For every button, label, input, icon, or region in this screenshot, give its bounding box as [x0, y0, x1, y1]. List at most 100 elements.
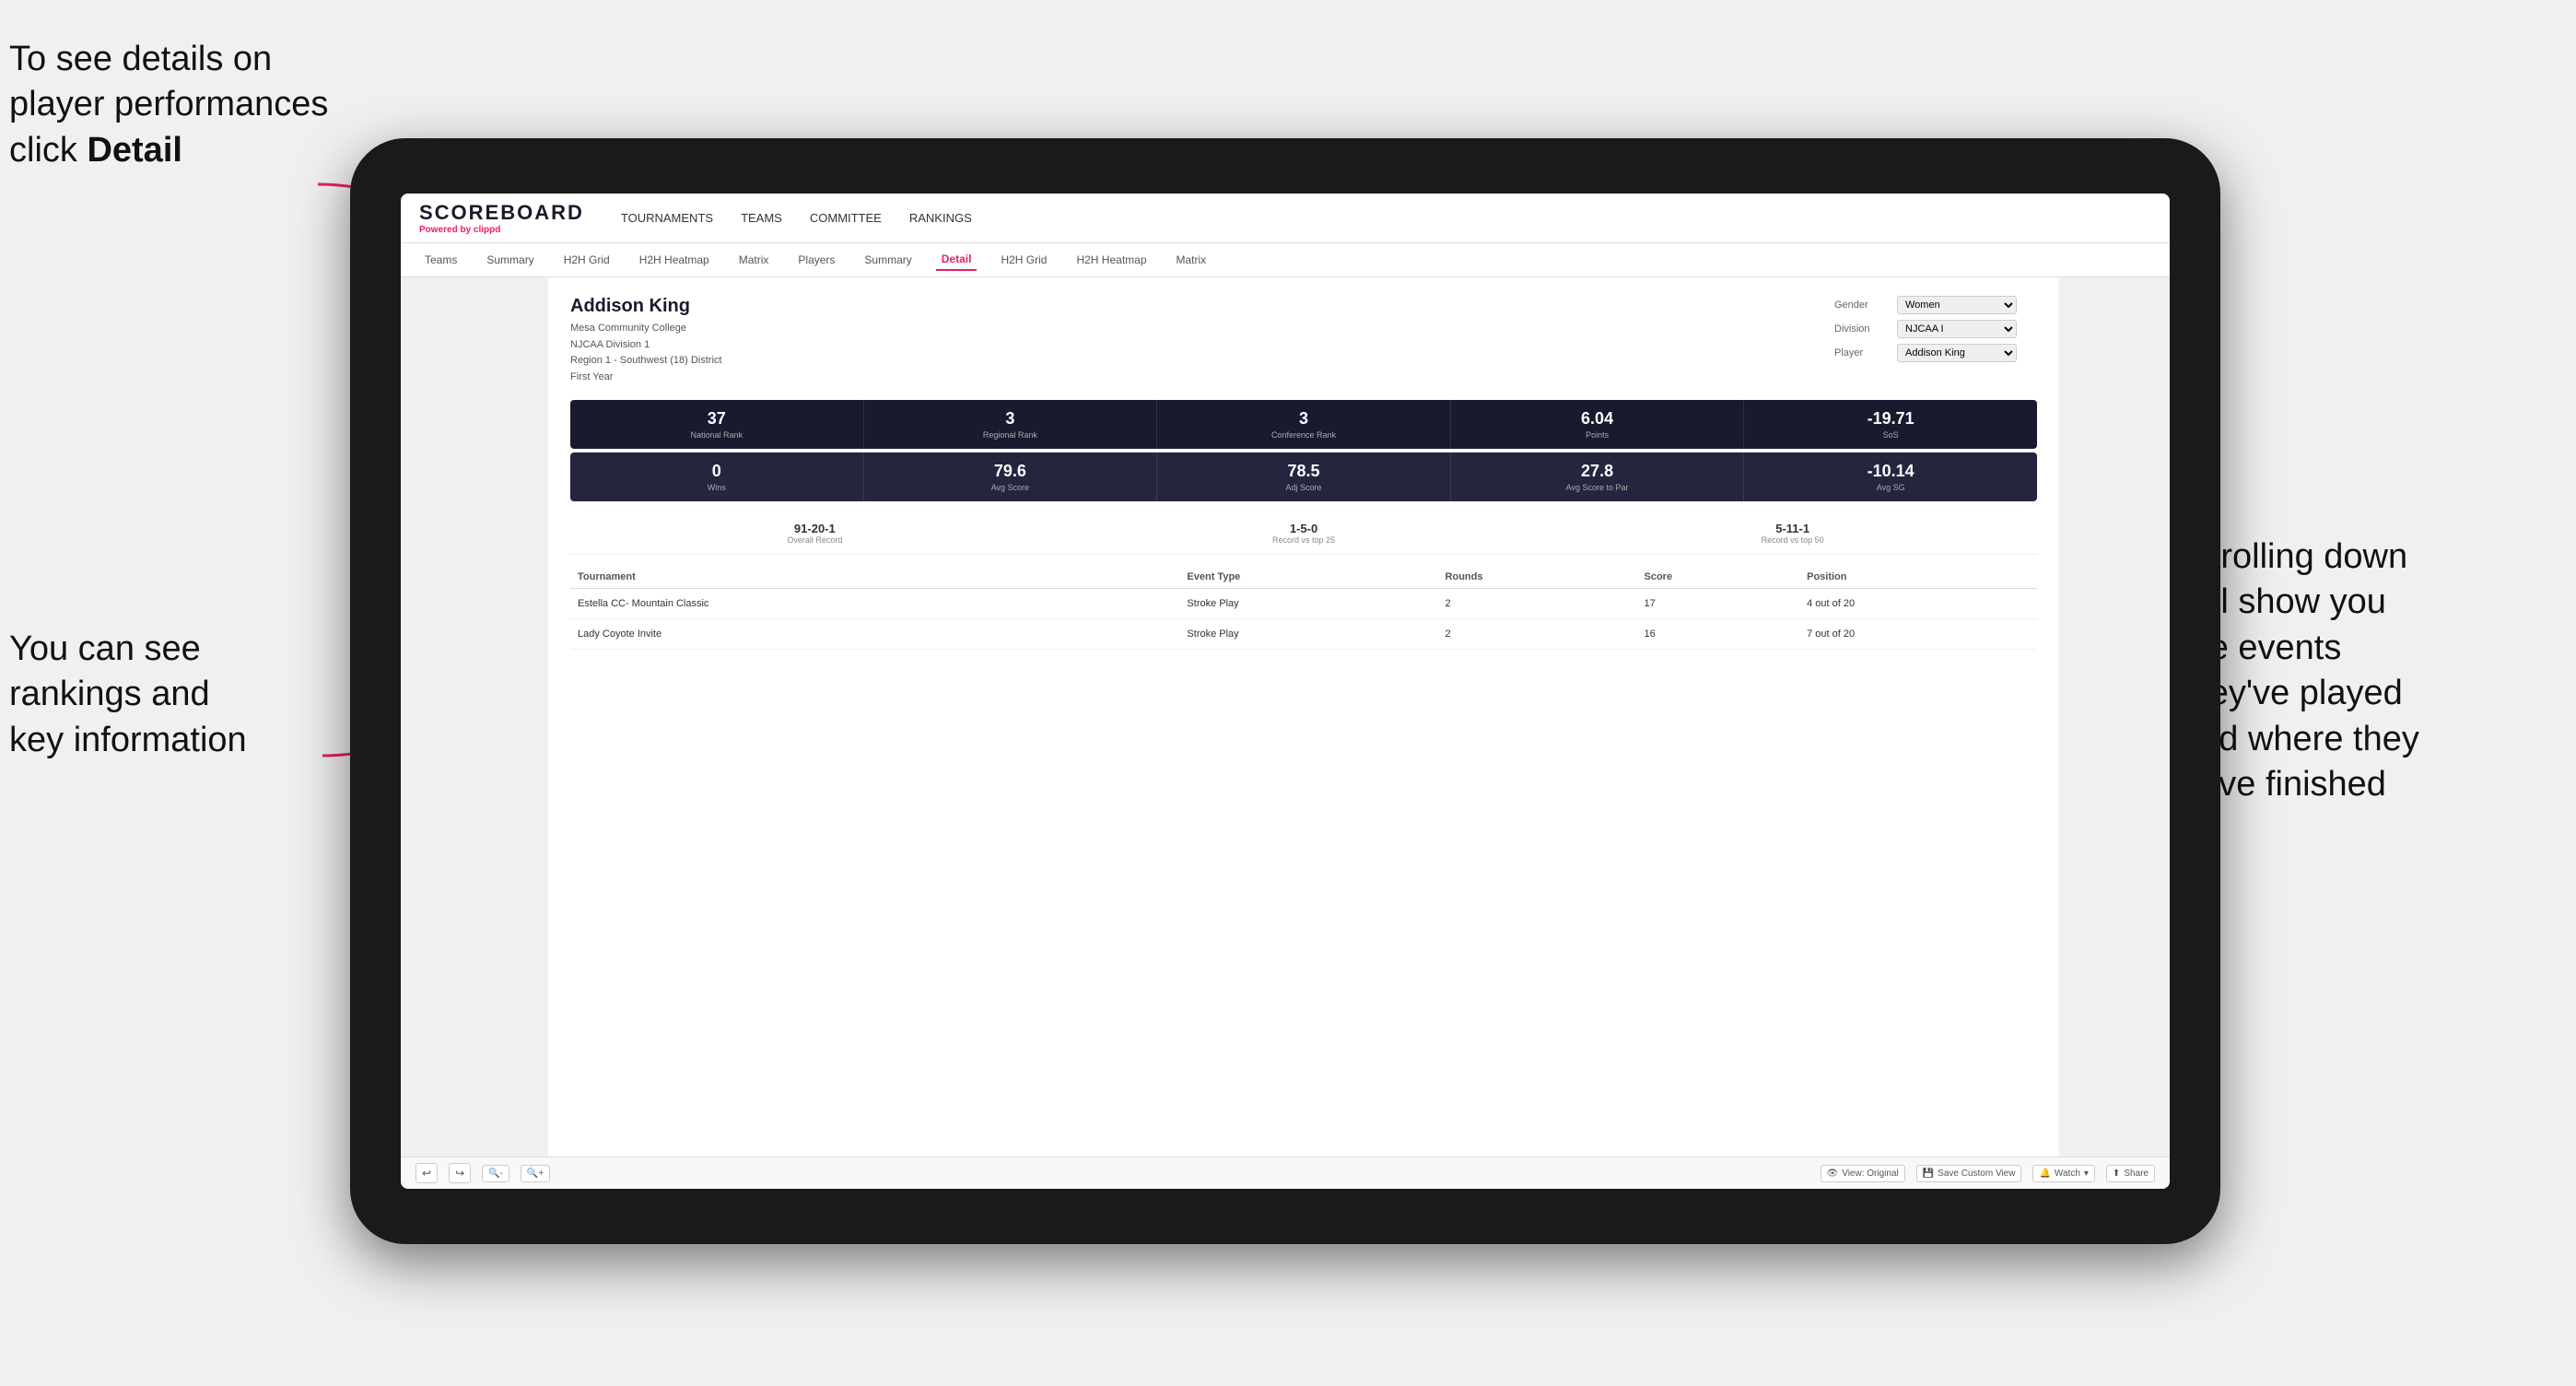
- stat-avg-score: 79.6 Avg Score: [864, 452, 1158, 501]
- cell-event-type-2: Stroke Play: [1179, 619, 1437, 650]
- col-tournament: Tournament: [570, 566, 1124, 589]
- tab-summary-2[interactable]: Summary: [859, 250, 917, 270]
- nav-tournaments[interactable]: TOURNAMENTS: [621, 207, 713, 229]
- watch-button[interactable]: 🔔 Watch ▾: [2032, 1165, 2094, 1182]
- player-year: First Year: [570, 370, 721, 386]
- record-overall-label: Overall Record: [570, 535, 1060, 545]
- content-right: [2059, 277, 2170, 1157]
- records-row: 91-20-1 Overall Record 1-5-0 Record vs t…: [570, 512, 2037, 555]
- cell-empty-2: [1124, 619, 1180, 650]
- view-original-button[interactable]: 👁 View: Original: [1821, 1165, 1905, 1182]
- gender-select[interactable]: Women Men: [1897, 296, 2017, 314]
- stat-avg-sg-value: -10.14: [1751, 462, 2030, 481]
- player-select[interactable]: Addison King: [1897, 344, 2017, 362]
- division-control: Division NJCAA I NJCAA II: [1834, 320, 2037, 338]
- watch-label: Watch: [2055, 1169, 2080, 1179]
- col-event-type: Event Type: [1179, 566, 1437, 589]
- division-label: Division: [1834, 323, 1890, 335]
- watch-chevron-icon: ▾: [2084, 1169, 2089, 1179]
- tab-players[interactable]: Players: [792, 250, 840, 270]
- tab-detail[interactable]: Detail: [936, 249, 978, 271]
- share-icon: ⬆: [2113, 1169, 2120, 1179]
- stat-sos-value: -19.71: [1751, 409, 2030, 429]
- annotation-bottom-left: You can see rankings and key information: [9, 627, 359, 763]
- tablet-screen: SCOREBOARD Powered by clippd TOURNAMENTS…: [401, 194, 2170, 1189]
- stat-sos: -19.71 SoS: [1744, 400, 2037, 449]
- stat-avg-sg-label: Avg SG: [1751, 483, 2030, 492]
- tab-h2h-grid[interactable]: H2H Grid: [558, 250, 615, 270]
- player-info: Addison King Mesa Community College NJCA…: [570, 296, 721, 385]
- player-region: Region 1 - Southwest (18) District: [570, 353, 721, 370]
- tab-h2h-grid-2[interactable]: H2H Grid: [995, 250, 1052, 270]
- stat-avg-score-value: 79.6: [872, 462, 1150, 481]
- stat-conference-rank-value: 3: [1165, 409, 1443, 429]
- bottom-toolbar: ↩ ↪ 🔍- 🔍+ 👁 View: Original 💾 Save Custom…: [401, 1157, 2170, 1189]
- cell-rounds-1: 2: [1438, 589, 1637, 619]
- player-controls: Gender Women Men Division NJCAA I NJCAA …: [1834, 296, 2037, 362]
- tab-summary[interactable]: Summary: [481, 250, 539, 270]
- table-row[interactable]: Lady Coyote Invite Stroke Play 2 16 7 ou…: [570, 619, 2037, 650]
- cell-rounds-2: 2: [1438, 619, 1637, 650]
- player-detail: Addison King Mesa Community College NJCA…: [548, 277, 2059, 1157]
- stats-row-1: 37 National Rank 3 Regional Rank 3 Confe…: [570, 400, 2037, 449]
- redo-icon: ↪: [455, 1167, 464, 1180]
- watch-icon: 🔔: [2039, 1169, 2050, 1179]
- annotation-bottom-left-line3: key information: [9, 721, 247, 759]
- stat-national-rank-label: National Rank: [578, 430, 856, 440]
- col-rounds: Rounds: [1438, 566, 1637, 589]
- col-empty: [1124, 566, 1180, 589]
- zoom-in-icon: 🔍+: [527, 1169, 544, 1179]
- table-header-row: Tournament Event Type Rounds Score Posit…: [570, 566, 2037, 589]
- division-select[interactable]: NJCAA I NJCAA II: [1897, 320, 2017, 338]
- tab-matrix[interactable]: Matrix: [733, 250, 775, 270]
- stat-sos-label: SoS: [1751, 430, 2030, 440]
- tournament-table: Tournament Event Type Rounds Score Posit…: [570, 566, 2037, 650]
- col-score: Score: [1637, 566, 1800, 589]
- player-control: Player Addison King: [1834, 344, 2037, 362]
- cell-score-2: 16: [1637, 619, 1800, 650]
- nav-teams[interactable]: TEAMS: [741, 207, 782, 229]
- record-overall: 91-20-1 Overall Record: [570, 522, 1060, 545]
- cell-empty-1: [1124, 589, 1180, 619]
- tab-matrix-2[interactable]: Matrix: [1171, 250, 1212, 270]
- stat-avg-score-to-par-label: Avg Score to Par: [1458, 483, 1737, 492]
- player-school: Mesa Community College: [570, 321, 721, 337]
- tab-h2h-heatmap[interactable]: H2H Heatmap: [634, 250, 715, 270]
- zoom-in-button[interactable]: 🔍+: [521, 1165, 550, 1182]
- tab-teams[interactable]: Teams: [419, 250, 463, 270]
- player-header: Addison King Mesa Community College NJCA…: [570, 296, 2037, 385]
- cell-event-type-1: Stroke Play: [1179, 589, 1437, 619]
- app-header: SCOREBOARD Powered by clippd TOURNAMENTS…: [401, 194, 2170, 243]
- tab-h2h-heatmap-2[interactable]: H2H Heatmap: [1071, 250, 1152, 270]
- stat-avg-score-to-par-value: 27.8: [1458, 462, 1737, 481]
- player-division: NJCAA Division 1: [570, 337, 721, 354]
- view-original-label: View: Original: [1842, 1169, 1899, 1179]
- table-row[interactable]: Estella CC- Mountain Classic Stroke Play…: [570, 589, 2037, 619]
- annotation-bottom-left-line2: rankings and: [9, 675, 210, 713]
- stat-conference-rank: 3 Conference Rank: [1157, 400, 1451, 449]
- nav-committee[interactable]: COMMITTEE: [810, 207, 882, 229]
- stat-conference-rank-label: Conference Rank: [1165, 430, 1443, 440]
- nav-rankings[interactable]: RANKINGS: [909, 207, 972, 229]
- zoom-out-button[interactable]: 🔍-: [482, 1165, 509, 1182]
- stat-regional-rank-value: 3: [872, 409, 1150, 429]
- sub-nav: Teams Summary H2H Grid H2H Heatmap Matri…: [401, 243, 2170, 277]
- redo-button[interactable]: ↪: [449, 1163, 471, 1183]
- main-nav: TOURNAMENTS TEAMS COMMITTEE RANKINGS: [621, 207, 972, 229]
- stat-adj-score-value: 78.5: [1165, 462, 1443, 481]
- record-top25-value: 1-5-0: [1060, 522, 1549, 535]
- undo-button[interactable]: ↩: [416, 1163, 438, 1183]
- stat-avg-score-to-par: 27.8 Avg Score to Par: [1451, 452, 1745, 501]
- annotation-top-left: To see details on player performances cl…: [9, 37, 359, 173]
- record-overall-value: 91-20-1: [570, 522, 1060, 535]
- share-button[interactable]: ⬆ Share: [2106, 1165, 2155, 1182]
- gender-label: Gender: [1834, 300, 1890, 311]
- player-control-label: Player: [1834, 347, 1890, 358]
- record-top50-value: 5-11-1: [1548, 522, 2037, 535]
- stat-adj-score: 78.5 Adj Score: [1157, 452, 1451, 501]
- save-custom-button[interactable]: 💾 Save Custom View: [1916, 1165, 2022, 1182]
- stat-national-rank: 37 National Rank: [570, 400, 864, 449]
- annotation-detail-bold: Detail: [87, 131, 181, 170]
- annotation-bottom-left-line1: You can see: [9, 629, 201, 668]
- stat-wins-value: 0: [578, 462, 856, 481]
